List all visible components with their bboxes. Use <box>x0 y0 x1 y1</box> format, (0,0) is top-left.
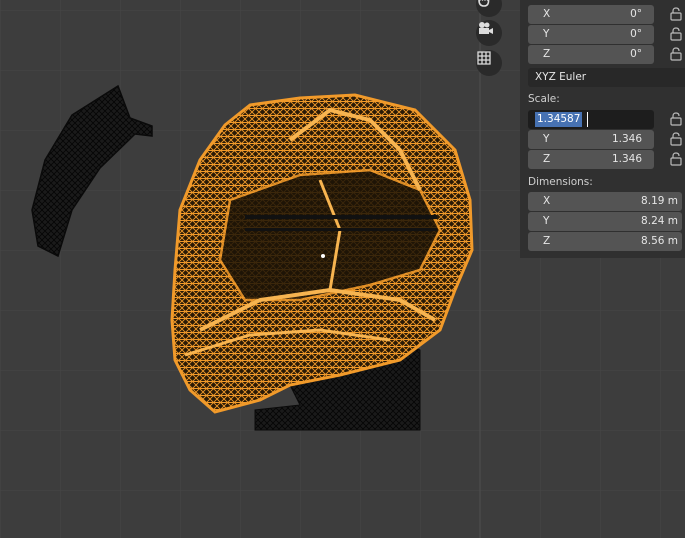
transform-properties-panel: X 0° Y 0° Z 0° XYZ Euler Scale: 1.34587 … <box>520 0 685 258</box>
dimensions-y-field[interactable]: Y 8.24 m <box>528 212 682 231</box>
lock-icon[interactable] <box>670 112 682 126</box>
dimensions-section-label: Dimensions: <box>528 176 593 188</box>
scale-y-value: 1.346 <box>611 133 642 145</box>
grid-icon[interactable] <box>476 50 502 76</box>
rotation-z-value: 0° <box>630 48 642 60</box>
scale-z-field[interactable]: Z 1.346 <box>528 150 654 169</box>
rotation-z-field[interactable]: Z 0° <box>528 45 654 64</box>
rotation-mode-value: XYZ Euler <box>535 71 587 83</box>
text-caret <box>587 112 588 127</box>
rotation-x-value: 0° <box>630 8 642 20</box>
rotation-y-label: Y <box>543 28 550 40</box>
rotation-y-value: 0° <box>630 28 642 40</box>
lock-icon[interactable] <box>670 47 682 61</box>
rotation-mode-dropdown[interactable]: XYZ Euler <box>528 68 685 87</box>
lock-icon[interactable] <box>670 7 682 21</box>
dimensions-z-label: Z <box>543 235 551 247</box>
scale-section-label: Scale: <box>528 93 560 105</box>
rotation-x-label: X <box>543 8 551 20</box>
dimensions-x-label: X <box>543 195 551 207</box>
scale-y-field[interactable]: Y 1.346 <box>528 130 654 149</box>
rotation-x-field[interactable]: X 0° <box>528 5 654 24</box>
scale-z-value: 1.346 <box>611 153 642 165</box>
lock-icon[interactable] <box>670 27 682 41</box>
rotation-z-label: Z <box>543 48 551 60</box>
dimensions-y-label: Y <box>543 215 550 227</box>
dimensions-y-value: 8.24 m <box>641 215 678 227</box>
scale-z-label: Z <box>543 153 551 165</box>
camera-icon[interactable] <box>476 20 502 46</box>
scale-y-label: Y <box>543 133 550 145</box>
dimensions-x-value: 8.19 m <box>641 195 678 207</box>
lock-icon[interactable] <box>670 132 682 146</box>
scale-x-selected-text[interactable]: 1.34587 <box>535 112 583 127</box>
dimensions-z-field[interactable]: Z 8.56 m <box>528 232 682 251</box>
rotation-y-field[interactable]: Y 0° <box>528 25 654 44</box>
lock-icon[interactable] <box>670 152 682 166</box>
dimensions-x-field[interactable]: X 8.19 m <box>528 192 682 211</box>
scale-x-field[interactable]: 1.34587 <box>528 110 654 129</box>
dimensions-z-value: 8.56 m <box>641 235 678 247</box>
